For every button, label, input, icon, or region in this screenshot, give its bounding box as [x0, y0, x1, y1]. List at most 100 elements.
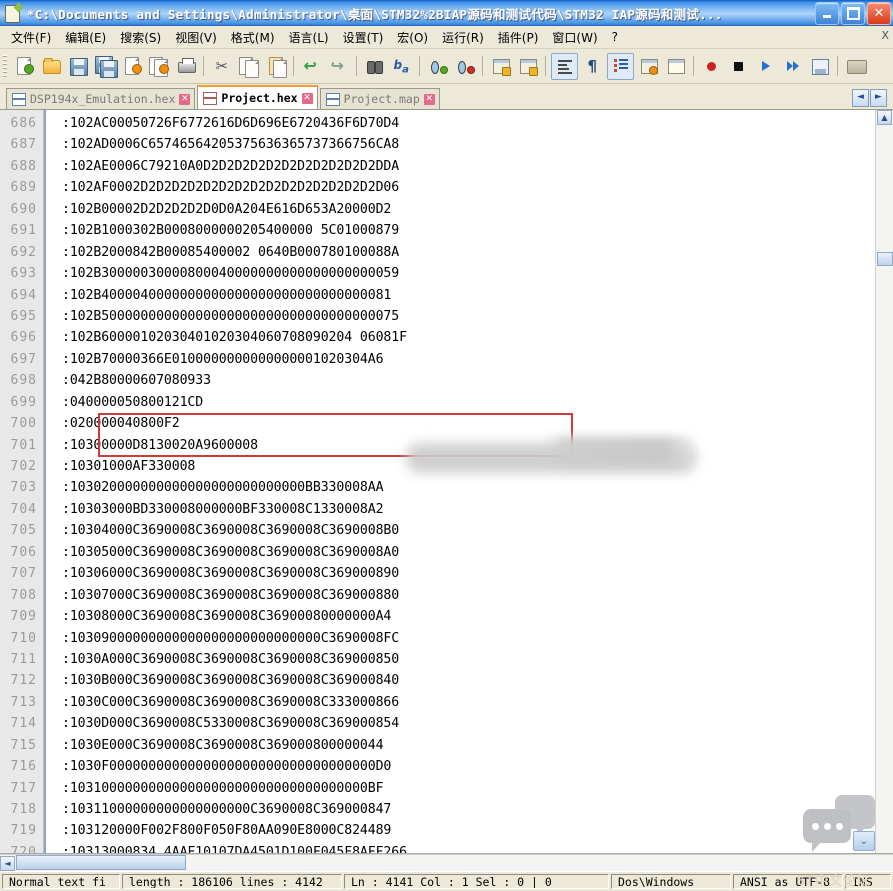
save-all-icon[interactable]: [92, 54, 118, 79]
paste-icon[interactable]: [263, 54, 288, 79]
new-file-icon[interactable]: [11, 54, 36, 79]
code-line[interactable]: :10310000000000000000000000000000000000B…: [62, 778, 875, 799]
tab-scroll-next-icon[interactable]: ►: [870, 89, 887, 107]
close-all-icon[interactable]: [146, 54, 171, 79]
play-macro-icon[interactable]: [753, 54, 778, 79]
minimize-button[interactable]: [815, 1, 839, 25]
sync-vertical-scroll-icon[interactable]: [488, 54, 513, 79]
code-line[interactable]: :1030B000C3690008C3690008C3690008C369000…: [62, 670, 875, 691]
zoom-in-icon[interactable]: [425, 54, 450, 79]
run-macro-multiple-icon[interactable]: [780, 54, 805, 79]
horizontal-scrollbar[interactable]: ◄: [0, 854, 893, 871]
menu-search[interactable]: 搜索(S): [113, 27, 168, 48]
copy-icon[interactable]: [236, 54, 261, 79]
tab-scroll-prev-icon[interactable]: ◄: [852, 89, 869, 107]
indent-guide-icon[interactable]: [607, 52, 634, 80]
tab-close-icon[interactable]: ✕: [423, 93, 435, 105]
menu-help[interactable]: ?: [605, 28, 625, 46]
code-line[interactable]: :103020000000000000000000000000BB330008A…: [62, 477, 875, 498]
menu-settings[interactable]: 设置(T): [336, 27, 391, 48]
code-line[interactable]: :1030A000C3690008C3690008C3690008C369000…: [62, 649, 875, 670]
code-line[interactable]: :102B00002D2D2D2D2D0D0A204E616D653A20000…: [62, 199, 875, 220]
code-line[interactable]: :10307000C3690008C3690008C3690008C369000…: [62, 585, 875, 606]
code-line[interactable]: :10306000C3690008C3690008C3690008C369000…: [62, 563, 875, 584]
maximize-button[interactable]: [841, 1, 865, 25]
status-length-lines: length : 186106 lines : 4142: [122, 874, 342, 889]
scroll-up-icon[interactable]: ▲: [877, 110, 892, 125]
code-line[interactable]: :10313000834 4AAF10107DA4501D100F045F8AF…: [62, 842, 875, 853]
menu-language[interactable]: 语言(L): [282, 27, 336, 48]
tab-close-icon[interactable]: ✕: [179, 93, 191, 105]
code-line[interactable]: :103120000F002F800F050F80AA090E8000C8244…: [62, 820, 875, 841]
code-line[interactable]: :102B40000400000000000000000000000000000…: [62, 285, 875, 306]
run-icon[interactable]: [843, 54, 868, 79]
stop-recording-icon[interactable]: [726, 54, 751, 79]
menu-edit[interactable]: 编辑(E): [58, 27, 113, 48]
code-line[interactable]: :102B2000842B00085400002 0640B0007801000…: [62, 242, 875, 263]
record-macro-icon[interactable]: [699, 54, 724, 79]
code-line[interactable]: :102B30000030000800040000000000000000000…: [62, 263, 875, 284]
tab-close-icon[interactable]: ✕: [301, 92, 313, 104]
open-file-icon[interactable]: [38, 54, 63, 79]
code-line[interactable]: :10303000BD330008000000BF330008C1330008A…: [62, 499, 875, 520]
code-line[interactable]: :020000040800F2: [62, 413, 875, 434]
replace-icon[interactable]: ba: [389, 54, 414, 79]
zoom-out-icon[interactable]: [452, 54, 477, 79]
word-wrap-icon[interactable]: [551, 52, 578, 80]
code-line[interactable]: :1030C000C3690008C3690008C3690008C333000…: [62, 692, 875, 713]
horizontal-scroll-thumb[interactable]: [16, 855, 186, 870]
code-line[interactable]: :10304000C3690008C3690008C3690008C369000…: [62, 520, 875, 541]
save-icon[interactable]: [65, 54, 90, 79]
code-line[interactable]: :040000050800121CD: [62, 392, 875, 413]
code-line[interactable]: :10305000C3690008C3690008C3690008C369000…: [62, 542, 875, 563]
close-file-icon[interactable]: [119, 54, 144, 79]
redo-icon[interactable]: ↪: [326, 54, 351, 79]
menu-format[interactable]: 格式(M): [224, 27, 282, 48]
code-line[interactable]: :102AF0002D2D2D2D2D2D2D2D2D2D2D2D2D2D2D2…: [62, 177, 875, 198]
show-all-characters-icon[interactable]: ¶: [580, 54, 605, 79]
code-line[interactable]: :102B50000000000000000000000000000000000…: [62, 306, 875, 327]
redaction-blur-overlay-secondary: [547, 437, 694, 465]
tab-project-map[interactable]: Project.map ✕: [319, 88, 440, 109]
menu-view[interactable]: 视图(V): [168, 27, 224, 48]
menu-run[interactable]: 运行(R): [435, 27, 491, 48]
code-line[interactable]: :10308000C3690008C3690008C36900080000000…: [62, 606, 875, 627]
code-line[interactable]: :10311000000000000000000C3690008C3690008…: [62, 799, 875, 820]
user-defined-dialog-icon[interactable]: [636, 54, 661, 79]
code-line[interactable]: :042B80000607080933: [62, 370, 875, 391]
sync-horizontal-scroll-icon[interactable]: [515, 54, 540, 79]
toolbar-grip[interactable]: [3, 55, 7, 77]
save-macro-icon[interactable]: [807, 54, 832, 79]
line-number: 702: [10, 459, 37, 474]
menu-plugins[interactable]: 插件(P): [491, 27, 546, 48]
cut-icon[interactable]: ✂: [209, 54, 234, 79]
chevron-down-icon[interactable]: ⌄: [853, 831, 875, 851]
find-icon[interactable]: [362, 54, 387, 79]
code-line[interactable]: :1030E000C3690008C3690008C36900080000004…: [62, 735, 875, 756]
vertical-scrollbar[interactable]: ▲: [875, 110, 893, 853]
print-icon[interactable]: [173, 54, 198, 79]
code-line[interactable]: :102B1000302B0008000000205400000 5C01000…: [62, 220, 875, 241]
undo-icon[interactable]: ↩: [299, 54, 324, 79]
menu-window[interactable]: 窗口(W): [545, 27, 604, 48]
code-line[interactable]: :102AD0006C65746564205375636365737366756…: [62, 134, 875, 155]
menu-macro[interactable]: 宏(O): [390, 27, 435, 48]
menu-file[interactable]: 文件(F): [4, 27, 58, 48]
scroll-left-icon[interactable]: ◄: [0, 855, 15, 871]
code-line[interactable]: :10309000000000000000000000000000C369000…: [62, 628, 875, 649]
code-line[interactable]: :102B70000366E0100000000000000001020304A…: [62, 349, 875, 370]
vertical-scroll-thumb[interactable]: [877, 252, 893, 266]
code-line[interactable]: :102B60000102030401020304060708090204 06…: [62, 327, 875, 348]
code-line[interactable]: :102AE0006C79210A0D2D2D2D2D2D2D2D2D2D2D2…: [62, 156, 875, 177]
tab-project-hex[interactable]: Project.hex ✕: [197, 85, 318, 109]
code-line[interactable]: :102AC00050726F6772616D6D696E6720436F6D7…: [62, 113, 875, 134]
document-map-icon[interactable]: [663, 54, 688, 79]
code-text-area[interactable]: :102AC00050726F6772616D6D696E6720436F6D7…: [54, 110, 875, 853]
code-line[interactable]: :1030D000C3690008C5330008C3690008C369000…: [62, 713, 875, 734]
code-line[interactable]: :1030F0000000000000000000000000000000000…: [62, 756, 875, 777]
line-number: 710: [10, 630, 37, 646]
fold-margin: [44, 110, 54, 853]
line-number: 693: [10, 266, 37, 282]
close-button[interactable]: ✕: [867, 1, 891, 25]
tab-dsp194x-emulation-hex[interactable]: DSP194x_Emulation.hex ✕: [6, 88, 196, 109]
